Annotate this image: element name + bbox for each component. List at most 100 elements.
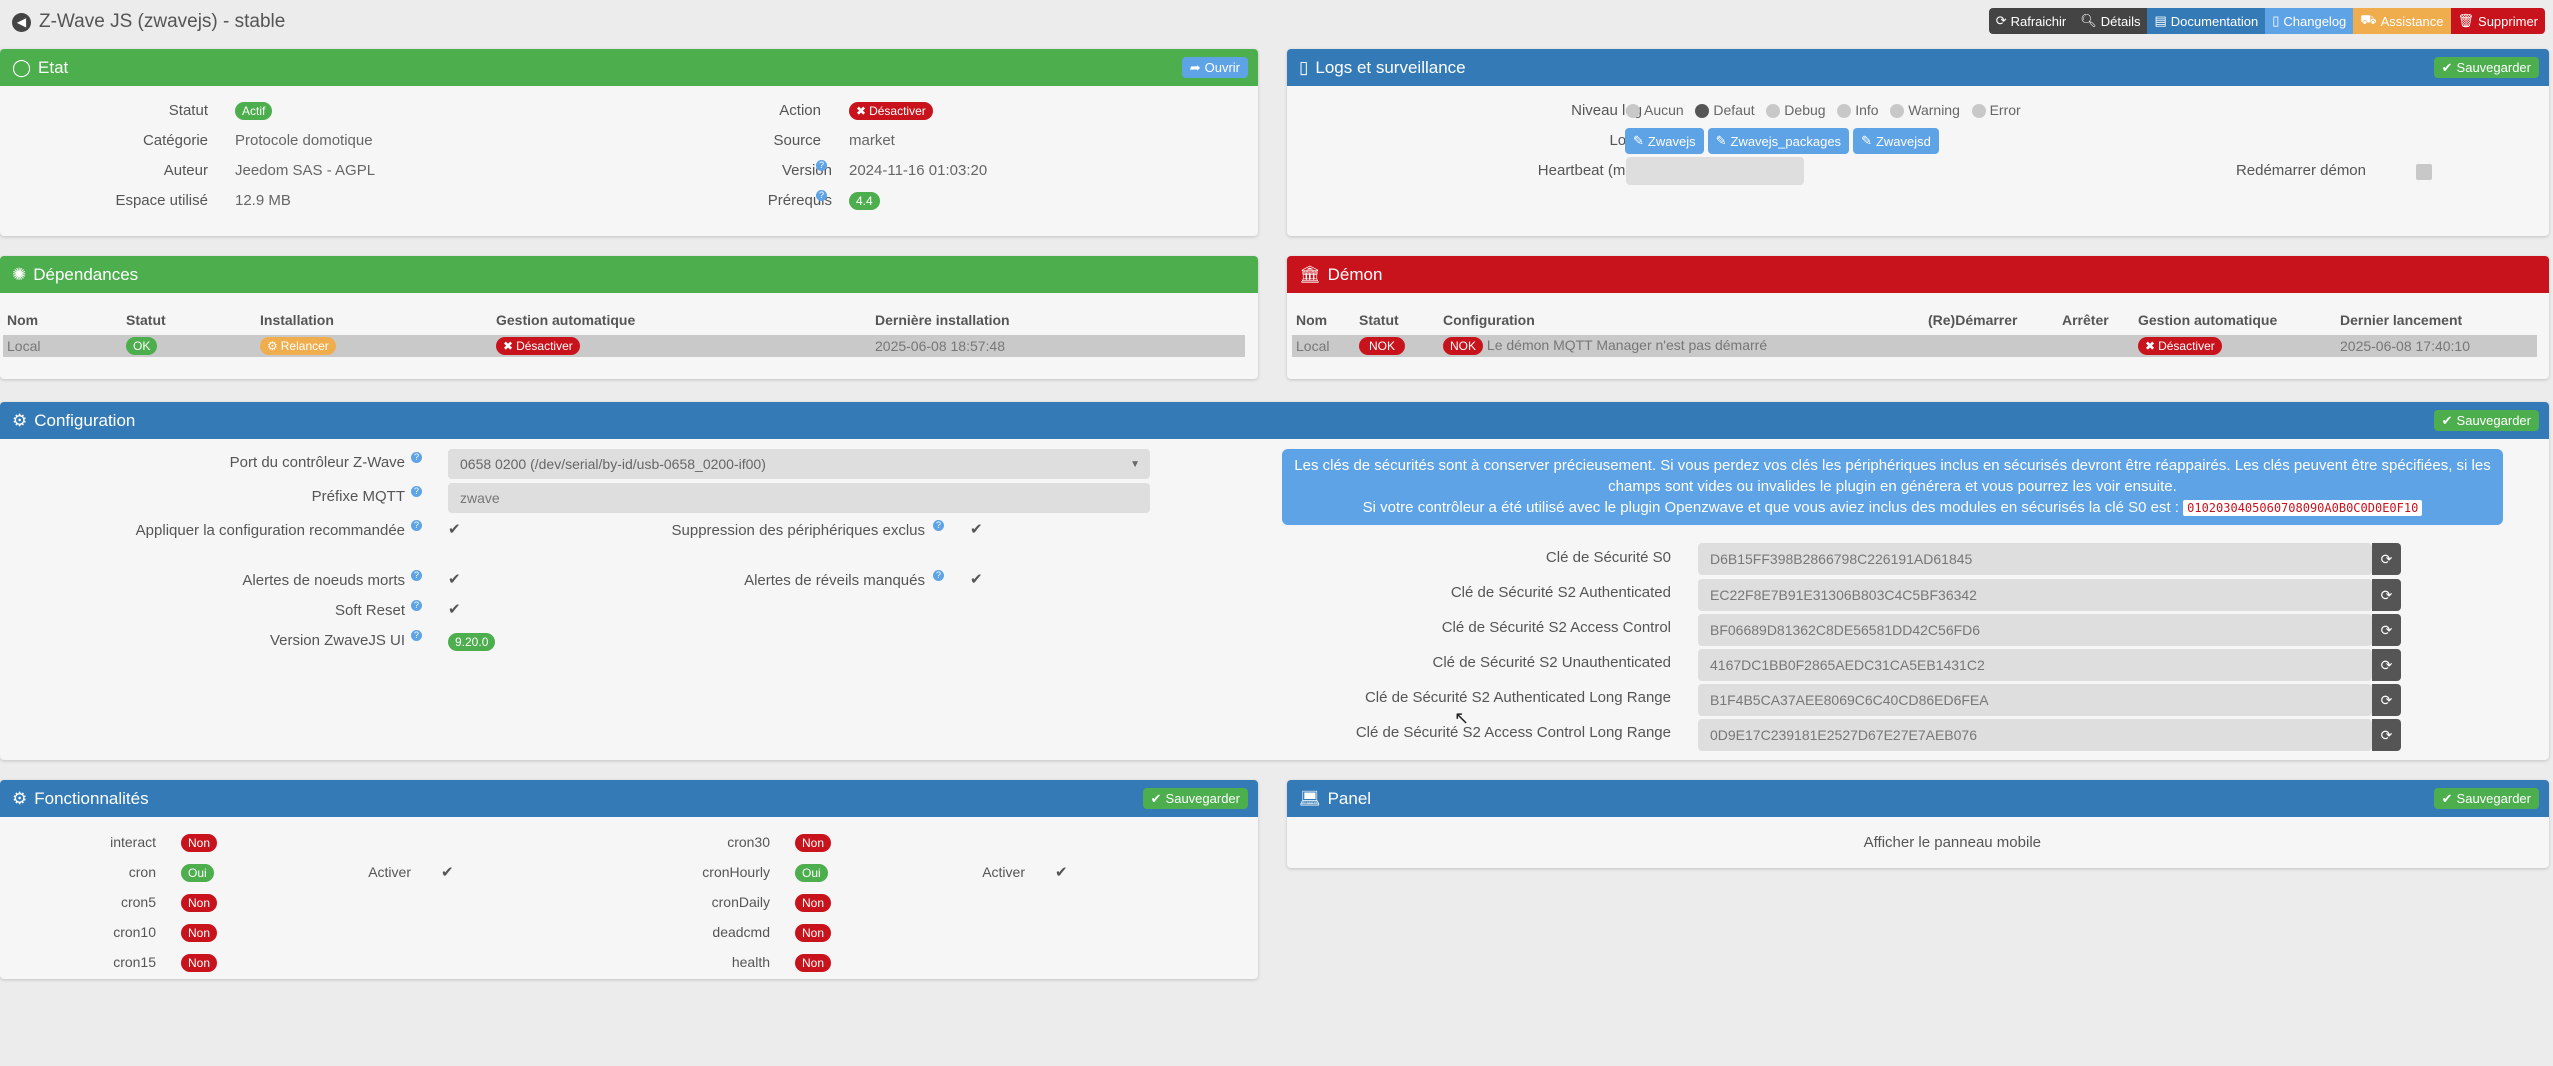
espace-value: 12.9 MB	[235, 192, 291, 209]
key-s0-label: Clé de Sécurité S0	[1545, 549, 1671, 566]
assistance-button[interactable]: ⛟ Assistance	[2353, 8, 2451, 34]
back-arrow-icon[interactable]: ◀	[12, 12, 31, 32]
log-zwavejs-packages-button[interactable]: ✎ Zwavejs_packages	[1707, 128, 1850, 154]
regenerate-key-s2-auth-button[interactable]: ⟳	[2372, 579, 2401, 611]
help-icon[interactable]: ?	[816, 160, 827, 171]
details-button[interactable]: 🔍︎ Détails	[2073, 8, 2148, 34]
demon-nom: Local	[1296, 338, 1330, 354]
fonct-cron5-badge: Non	[181, 894, 218, 912]
key-s2-unauth-label: Clé de Sécurité S2 Unauthenticated	[1432, 654, 1671, 671]
reco-checkbox[interactable]: ✔	[448, 522, 462, 537]
share-icon: ➦	[1189, 59, 1201, 75]
close-icon: ✖	[503, 339, 514, 353]
refresh-icon: ⟳	[1995, 13, 2007, 28]
check-circle-icon: ✔	[2441, 412, 2453, 428]
key-s2-access-lr-input[interactable]: 0D9E17C239181E2527D67E27E7AEB076	[1698, 719, 2372, 751]
help-icon[interactable]: ?	[411, 452, 422, 463]
fonct-cronhourly-activer-checkbox[interactable]: ✔	[1055, 865, 1069, 880]
statut-badge: Actif	[235, 102, 273, 120]
fonct-deadcmd-badge: Non	[795, 924, 832, 942]
relancer-button[interactable]: ⚙ Relancer	[260, 337, 336, 355]
radio-aucun[interactable]: Aucun	[1626, 102, 1684, 119]
log-level-radios: Aucun Defaut Debug Info Warning Error	[1626, 102, 2021, 119]
categorie-value: Protocole domotique	[235, 132, 373, 149]
restart-demon-checkbox[interactable]	[2416, 164, 2432, 180]
key-s2-unauth-input[interactable]: 4167DC1BB0F2865AEDC31CA5EB1431C2	[1698, 649, 2372, 681]
radio-defaut[interactable]: Defaut	[1695, 102, 1755, 119]
fonct-cron5-label: cron5	[120, 894, 156, 910]
help-icon[interactable]: ?	[411, 600, 422, 611]
fonct-cron-activer-label: Activer	[368, 864, 411, 880]
log-zwavejs-button[interactable]: ✎ Zwavejs	[1625, 128, 1704, 154]
cogs-icon: ⚙	[12, 788, 28, 808]
auteur-link[interactable]: Jeedom SAS	[235, 162, 323, 179]
logs-header: ▯ Logs et surveillance ✔ Sauvegarder	[1287, 49, 2549, 86]
source-label: Source	[773, 132, 821, 149]
demon-desactiver-button[interactable]: ✖ Désactiver	[2138, 337, 2222, 355]
key-s2-auth-input[interactable]: EC22F8E7B91E31306B803C4C5BF36342	[1698, 579, 2372, 611]
regenerate-key-s2-access-lr-button[interactable]: ⟳	[2372, 719, 2401, 751]
alertes-reveil-checkbox[interactable]: ✔	[970, 572, 984, 587]
refresh-icon: ⟳	[2380, 621, 2393, 638]
s0-code: 0102030405060708090A0B0C0D0E0F10	[2183, 500, 2423, 516]
key-s2-access-label: Clé de Sécurité S2 Access Control	[1441, 619, 1671, 636]
help-icon[interactable]: ?	[933, 570, 944, 581]
regenerate-key-s0-button[interactable]: ⟳	[2372, 543, 2401, 575]
fonct-cron-badge: Oui	[181, 864, 214, 882]
regenerate-key-s2-access-button[interactable]: ⟳	[2372, 614, 2401, 646]
col-gestion: Gestion automatique	[496, 312, 636, 328]
check-circle-icon: ✔	[2441, 790, 2453, 806]
deps-desactiver-button[interactable]: ✖ Désactiver	[496, 337, 580, 355]
regenerate-key-s2-unauth-button[interactable]: ⟳	[2372, 649, 2401, 681]
panel-header: 💻︎ Panel ✔ Sauvegarder	[1287, 780, 2549, 817]
help-icon[interactable]: ?	[816, 190, 827, 201]
col-configuration: Configuration	[1443, 312, 1535, 328]
refresh-button[interactable]: ⟳ Rafraichir	[1988, 8, 2074, 34]
documentation-button[interactable]: ▤ Documentation	[2147, 8, 2266, 34]
config-save-button[interactable]: ✔ Sauvegarder	[2433, 410, 2539, 431]
panel-save-button[interactable]: ✔ Sauvegarder	[2433, 788, 2539, 809]
delete-button[interactable]: 🗑︎ Supprimer	[2450, 8, 2545, 34]
log-zwavejsd-button[interactable]: ✎ Zwavejsd	[1853, 128, 1939, 154]
col-arreter: Arrêter	[2062, 312, 2109, 328]
port-select[interactable]: 0658 0200 (/dev/serial/by-id/usb-0658_02…	[448, 449, 1150, 479]
changelog-button[interactable]: ▯ Changelog	[2265, 8, 2354, 34]
suppr-label: Suppression des périphériques exclus	[671, 522, 925, 539]
radio-error[interactable]: Error	[1971, 102, 2021, 119]
suppr-checkbox[interactable]: ✔	[970, 522, 984, 537]
help-icon[interactable]: ?	[411, 520, 422, 531]
heartbeat-input[interactable]	[1626, 157, 1804, 185]
deps-nom: Local	[7, 338, 41, 354]
radio-warning[interactable]: Warning	[1890, 102, 1960, 119]
help-icon[interactable]: ?	[411, 630, 422, 641]
regenerate-key-s2-auth-lr-button[interactable]: ⟳	[2372, 684, 2401, 716]
action-label: Action	[779, 102, 821, 119]
auteur-label: Auteur	[163, 162, 208, 179]
alertes-noeuds-checkbox[interactable]: ✔	[448, 572, 462, 587]
key-s0-input[interactable]: D6B15FF398B2866798C226191AD61845	[1698, 543, 2372, 575]
fonct-cron10-label: cron10	[113, 924, 156, 940]
desactiver-plugin-button[interactable]: ✖ Désactiver	[849, 102, 933, 120]
fonct-cron30-label: cron30	[727, 834, 770, 850]
auteur-value: Jeedom SAS - AGPL	[235, 162, 376, 179]
help-icon[interactable]: ?	[411, 486, 422, 497]
help-icon[interactable]: ?	[411, 570, 422, 581]
key-s2-auth-lr-input[interactable]: B1F4B5CA37AEE8069C6C40CD86ED6FEA	[1698, 684, 2372, 716]
fonct-cron-activer-checkbox[interactable]: ✔	[441, 865, 455, 880]
col-installation: Installation	[260, 312, 334, 328]
radio-info[interactable]: Info	[1837, 102, 1879, 119]
key-s2-access-input[interactable]: BF06689D81362C8DE56581DD42C56FD6	[1698, 614, 2372, 646]
logs-save-button[interactable]: ✔ Sauvegarder	[2433, 57, 2539, 78]
col-redemarrer: (Re)Démarrer	[1928, 312, 2018, 328]
fonct-save-button[interactable]: ✔ Sauvegarder	[1142, 788, 1248, 809]
radio-debug[interactable]: Debug	[1766, 102, 1826, 119]
fonct-crondaily-badge: Non	[795, 894, 832, 912]
fonct-cron-label: cron	[128, 864, 156, 880]
mqtt-prefix-input[interactable]: zwave	[448, 483, 1150, 513]
fonct-interact-badge: Non	[181, 834, 218, 852]
open-button[interactable]: ➦ Ouvrir	[1181, 57, 1248, 78]
refresh-icon: ⟳	[2380, 586, 2393, 603]
demon-dernier: 2025-06-08 17:40:10	[2340, 338, 2470, 354]
help-icon[interactable]: ?	[933, 520, 944, 531]
softreset-checkbox[interactable]: ✔	[448, 602, 462, 617]
